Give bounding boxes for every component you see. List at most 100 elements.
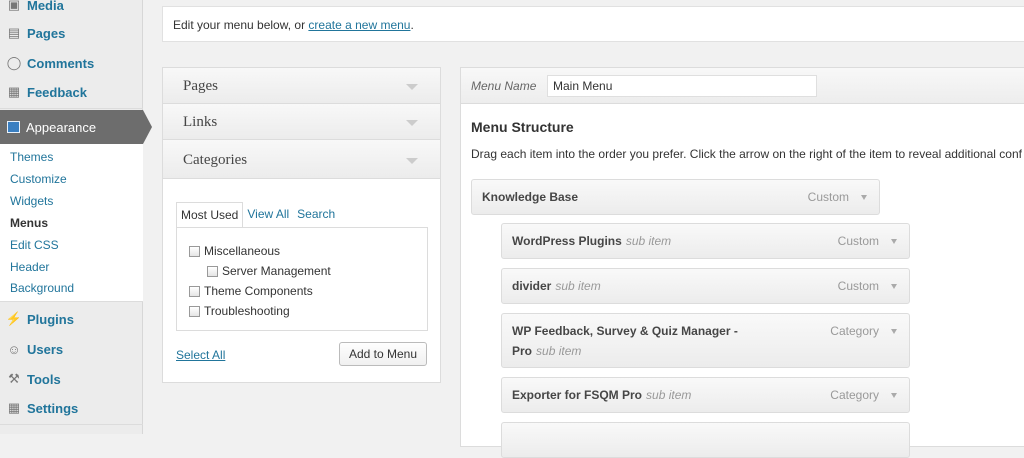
menu-item-wordpress-plugins[interactable]: WordPress Plugins sub item Custom [501, 223, 910, 259]
category-tabs: Most Used View All Search [176, 202, 339, 228]
menu-editor-header: Menu Name [461, 68, 1024, 104]
menu-item-type: Custom [807, 190, 849, 204]
category-label: Troubleshooting [204, 304, 290, 318]
menu-editor: Menu Name Menu Structure Drag each item … [460, 67, 1024, 458]
accordion-section-title: Pages [183, 78, 218, 94]
chevron-down-icon[interactable] [861, 195, 867, 200]
menu-name-input[interactable] [547, 75, 817, 97]
category-label: Miscellaneous [204, 244, 281, 258]
tab-search[interactable]: Search [293, 202, 339, 228]
menu-item-wp-feedback[interactable]: WP Feedback, Survey & Quiz Manager - Pro… [501, 313, 910, 368]
select-all-link[interactable]: Select All [176, 348, 225, 362]
admin-sidebar: ▣ Media ▤ Pages ◯ Comments ▦ Feedback Ap… [0, 0, 152, 434]
sidebar-separator [0, 424, 143, 425]
sidebar-item-users[interactable]: ☺ Users [0, 334, 143, 364]
categories-panel: Most Used View All Search Miscellaneous … [163, 179, 440, 382]
sidebar-item-label: Feedback [27, 84, 87, 100]
menu-name-label: Menu Name [471, 79, 537, 93]
sidebar-item-plugins[interactable]: ⚡ Plugins [0, 304, 143, 334]
menu-item-knowledge-base[interactable]: Knowledge Base Custom [471, 179, 880, 215]
submenu-item-edit-css[interactable]: Edit CSS [10, 238, 59, 252]
category-item-miscellaneous: Miscellaneous [189, 244, 280, 258]
sidebar-item-comments[interactable]: ◯ Comments [0, 48, 143, 78]
category-item-troubleshooting: Troubleshooting [189, 304, 290, 318]
menu-item-title-wrap: WordPress Plugins sub item [512, 234, 671, 248]
chevron-down-icon [406, 84, 418, 90]
media-icon: ▣ [7, 0, 21, 12]
accordion-section-categories[interactable]: Categories [163, 140, 440, 179]
menu-item-title-wrap: Exporter for FSQM Pro sub item [512, 388, 691, 402]
sidebar-item-pages[interactable]: ▤ Pages [0, 18, 143, 48]
category-checklist: Miscellaneous Server Management Theme Co… [176, 227, 428, 331]
menu-item-partial[interactable] [501, 422, 910, 458]
category-checkbox[interactable] [189, 305, 200, 317]
chevron-down-icon[interactable] [891, 329, 897, 334]
chevron-down-icon[interactable] [891, 239, 897, 244]
chevron-down-icon [406, 158, 418, 164]
menu-notice: Edit your menu below, or create a new me… [162, 6, 1024, 42]
menu-items-accordion: Pages Links Categories Most Used View Al… [162, 67, 441, 383]
category-item-server-management: Server Management [207, 264, 331, 278]
sidebar-item-label: Tools [27, 371, 61, 387]
tab-most-used[interactable]: Most Used [176, 202, 244, 228]
submenu-item-background[interactable]: Background [10, 281, 74, 295]
sidebar-separator [0, 108, 143, 109]
menu-item-type: Custom [837, 279, 879, 293]
sidebar-item-label: Plugins [27, 311, 74, 327]
category-label: Server Management [222, 264, 331, 278]
submenu-item-customize[interactable]: Customize [10, 172, 67, 186]
sidebar-item-label: Comments [27, 55, 95, 71]
create-new-menu-link[interactable]: create a new menu [308, 18, 410, 32]
tools-icon: ⚒ [8, 371, 20, 386]
sidebar-item-label: Settings [27, 400, 79, 416]
sidebar-item-label: Appearance [26, 119, 97, 135]
sub-item-label: sub item [536, 344, 582, 358]
category-checkbox[interactable] [189, 245, 200, 257]
sidebar-item-label: Users [27, 341, 64, 357]
submenu-item-widgets[interactable]: Widgets [10, 194, 53, 208]
appearance-submenu: Themes Customize Widgets Menus Edit CSS … [0, 144, 143, 302]
sub-item-label: sub item [646, 388, 692, 402]
notice-suffix: . [410, 18, 414, 32]
notice-text: Edit your menu below, or [173, 18, 309, 32]
accordion-section-title: Categories [183, 152, 248, 168]
category-checkbox[interactable] [207, 265, 218, 277]
menu-item-type: Custom [837, 234, 879, 248]
menu-item-title-wrap: divider sub item [512, 279, 601, 293]
menu-item-title: Exporter for FSQM Pro [512, 388, 643, 402]
menu-item-divider[interactable]: divider sub item Custom [501, 268, 910, 304]
tab-view-all[interactable]: View All [243, 202, 293, 228]
submenu-item-menus[interactable]: Menus [10, 216, 48, 230]
feedback-icon: ▦ [7, 84, 21, 99]
submenu-item-header[interactable]: Header [10, 260, 49, 274]
sidebar-item-media[interactable]: ▣ Media [0, 0, 143, 20]
accordion-section-pages[interactable]: Pages [163, 68, 440, 104]
chevron-down-icon[interactable] [891, 284, 897, 289]
sidebar-item-settings[interactable]: ▦ Settings [0, 393, 143, 423]
sub-item-label: sub item [555, 279, 601, 293]
menu-item-type: Category [830, 324, 879, 338]
category-checkbox[interactable] [189, 285, 200, 297]
menu-item-type: Category [830, 388, 879, 402]
menu-structure-title: Menu Structure [471, 119, 574, 135]
menu-item-title: WP Feedback, Survey & Quiz Manager - [512, 324, 738, 338]
settings-icon: ▦ [7, 400, 21, 415]
menu-item-title: divider [512, 279, 552, 293]
accordion-section-title: Links [183, 114, 218, 130]
sidebar-item-label: Pages [27, 25, 66, 41]
submenu-item-themes[interactable]: Themes [10, 150, 53, 164]
category-label: Theme Components [204, 284, 313, 298]
appearance-icon [7, 121, 20, 133]
chevron-down-icon[interactable] [891, 393, 897, 398]
pages-icon: ▤ [7, 25, 21, 40]
plugins-icon: ⚡ [5, 311, 23, 326]
sidebar-item-appearance[interactable]: Appearance [0, 110, 152, 144]
add-to-menu-button[interactable]: Add to Menu [338, 342, 427, 366]
chevron-down-icon [406, 120, 418, 126]
category-item-theme-components: Theme Components [189, 284, 313, 298]
sidebar-item-tools[interactable]: ⚒ Tools [0, 364, 143, 394]
menu-item-exporter-fsqm[interactable]: Exporter for FSQM Pro sub item Category [501, 377, 910, 413]
menu-item-title-wrap: WP Feedback, Survey & Quiz Manager - Pro… [512, 321, 738, 361]
accordion-section-links[interactable]: Links [163, 104, 440, 140]
sidebar-item-feedback[interactable]: ▦ Feedback [0, 77, 143, 107]
